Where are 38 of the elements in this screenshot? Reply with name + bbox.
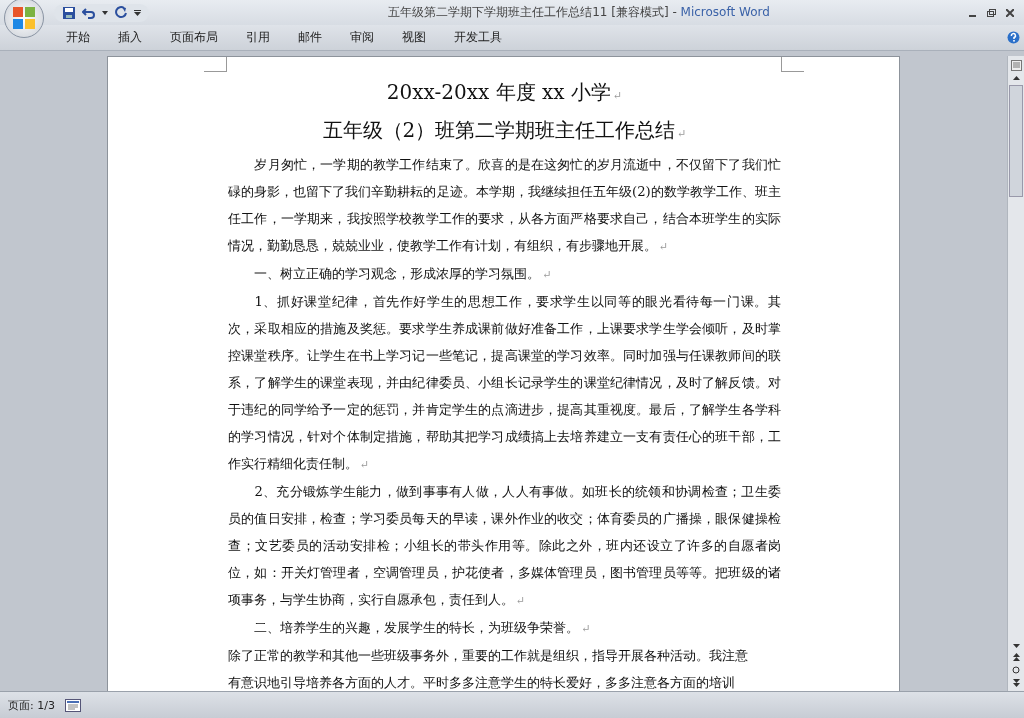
document-title: 20xx-20xx 年度 xx 小学↵: [385, 79, 624, 106]
body-paragraph: 岁月匆忙，一学期的教学工作结束了。欣喜的是在这匆忙的岁月流逝中，不仅留下了我们忙碌的身影，也留下了我们辛勤耕耘的足迹。本学期，我继续担任五年级(2)的数学教学工作、班主任工作，一学期来，我按照学校教学工作的要求，从各方面严格要求自己，结合本班学生的实际情况，勤勤恳恳，兢兢业业，使教学工作有计划，有组织，有步骤地开展。↵: [228, 156, 781, 255]
undo-icon[interactable]: [82, 5, 96, 20]
document-check-icon[interactable]: [64, 698, 81, 712]
scroll-up-icon[interactable]: [1012, 76, 1020, 80]
next-page-icon[interactable]: [1012, 679, 1020, 687]
browse-object-icon[interactable]: [1012, 666, 1020, 674]
ribbon-tab[interactable]: 开始: [52, 25, 104, 50]
ribbon-tab[interactable]: 邮件: [284, 25, 336, 50]
caret-icon[interactable]: [102, 10, 108, 15]
vertical-scrollbar[interactable]: [1007, 56, 1024, 691]
body-paragraph: 1、抓好课堂纪律，首先作好学生的思想工作，要求学生以同等的眼光看待每一门课。其次，采取相应的措施及奖惩。要求学生养成课前做好准备工作，上课要求学生学会倾听，及时掌控课堂秩序。让学生在书上学习记一些笔记，提高课堂的学习效率。同时加强与任课教师间的联系，了解学生的课堂表现，并由纪律委员、小组长记录学生的课堂纪律情况，及时了解反馈。对于违纪的同学给予一定的惩罚，并肯定学生的点滴进步，提高其重视度。最后，了解学生各学科的学习情况，针对个体制定措施，帮助其把学习成绩搞上去培养建立一支有责任心的班干部，工作实行精细化责任制。↵: [228, 293, 781, 473]
ribbon-tab[interactable]: 开发工具: [440, 25, 516, 50]
help-icon[interactable]: [1007, 31, 1020, 44]
page-count[interactable]: 页面: 1/3: [8, 697, 55, 713]
ribbon-tab[interactable]: 视图: [388, 25, 440, 50]
ribbon-tab[interactable]: 插入: [104, 25, 156, 50]
window-title: 五年级第二学期下学期班主任工作总结11 [兼容模式] - Microsoft Word: [387, 4, 771, 21]
ribbon-tab[interactable]: 引用: [232, 25, 284, 50]
scroll-thumb[interactable]: [1009, 85, 1023, 197]
body-paragraph: 一、树立正确的学习观念，形成浓厚的学习氛围。↵: [253, 265, 553, 283]
office-button[interactable]: [4, 0, 44, 38]
customize-caret-icon[interactable]: [134, 9, 141, 16]
previous-page-icon[interactable]: [1012, 653, 1020, 661]
office-logo-icon: [11, 4, 37, 31]
ribbon-tab[interactable]: 页面布局: [156, 25, 232, 50]
body-paragraph: 有意识地引导培养各方面的人才。平时多多注意学生的特长爱好，多多注意各方面的培训: [228, 674, 736, 691]
body-paragraph: 二、培养学生的兴趣，发展学生的特长，为班级争荣誉。↵: [253, 619, 592, 637]
body-paragraph: 2、充分锻炼学生能力，做到事事有人做，人人有事做。如班长的统领和协调检查；卫生委员的值日安排，检查；学习委员每天的早读，课外作业的收交；体育委员的广播操，眼保健操检查；文艺委员的活动安排检；小组长的带头作用等。除此之外，班内还设立了许多的自愿者岗位，如：开关灯管理者，空调管理员，护花使者，多媒体管理员，图书管理员等等。把班级的诸项事务，与学生协商，实行自愿承包，责任到人。↵: [228, 483, 781, 609]
save-icon[interactable]: [62, 5, 76, 20]
scroll-down-icon[interactable]: [1012, 644, 1020, 648]
redo-icon[interactable]: [114, 5, 128, 20]
body-paragraph: 除了正常的教学和其他一些班级事务外，重要的工作就是组织，指导开展各种活动。我注意: [228, 647, 749, 665]
ruler-toggle-icon[interactable]: [1010, 60, 1022, 71]
document-title: 五年级（2）班第二学期班主任工作总结↵: [321, 117, 688, 144]
ribbon-tab[interactable]: 审阅: [336, 25, 388, 50]
restore-icon[interactable]: [987, 8, 996, 17]
close-icon[interactable]: [1006, 8, 1014, 17]
